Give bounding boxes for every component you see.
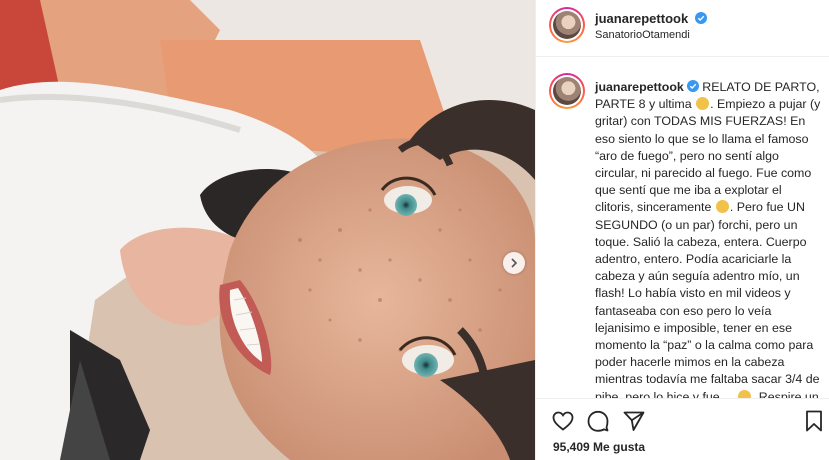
caption-body-1: Empiezo a pujar (y gritar) con TODAS MIS…: [595, 97, 821, 215]
share-button[interactable]: [622, 409, 646, 433]
location-link[interactable]: SanatorioOtamendi: [595, 29, 690, 41]
post-caption: juanarepettook RELATO DE PARTO, PARTE 8 …: [536, 58, 829, 398]
verified-badge-icon: [694, 12, 707, 24]
caption-username[interactable]: juanarepettook: [595, 80, 684, 94]
paper-plane-icon: [623, 411, 645, 431]
username-link[interactable]: juanarepettook: [595, 11, 688, 26]
post-image[interactable]: [0, 0, 535, 460]
post-header: juanarepettook SanatorioOtamendi: [536, 0, 829, 57]
caption-body-2: . Pero fue UN SEGUNDO (o un par) forchi,…: [595, 200, 820, 398]
chevron-right-icon: [511, 258, 518, 268]
grimacing-emoji-icon: [715, 200, 729, 214]
bookmark-icon: [806, 410, 822, 432]
heart-icon: [552, 411, 574, 431]
post-side-panel: juanarepettook SanatorioOtamendi juanare…: [535, 0, 829, 460]
caption-avatar[interactable]: [549, 73, 585, 109]
person-emoji-icon: [737, 389, 751, 398]
comment-button[interactable]: [586, 409, 610, 433]
caption-text: juanarepettook RELATO DE PARTO, PARTE 8 …: [595, 79, 823, 398]
photo-mother-and-newborn: [0, 0, 535, 460]
next-image-button[interactable]: [503, 252, 525, 274]
save-button[interactable]: [802, 409, 826, 433]
post-actions-bar: [536, 398, 829, 442]
likes-count[interactable]: 95,409 Me gusta: [553, 440, 645, 454]
avatar[interactable]: [549, 7, 585, 43]
like-button[interactable]: [551, 409, 575, 433]
verified-badge-icon: [686, 80, 699, 92]
likes-text: 95,409 Me gusta: [553, 440, 646, 454]
praying-emoji-icon: [696, 97, 710, 111]
post-author[interactable]: juanarepettook: [595, 11, 707, 26]
comment-icon: [587, 410, 609, 432]
